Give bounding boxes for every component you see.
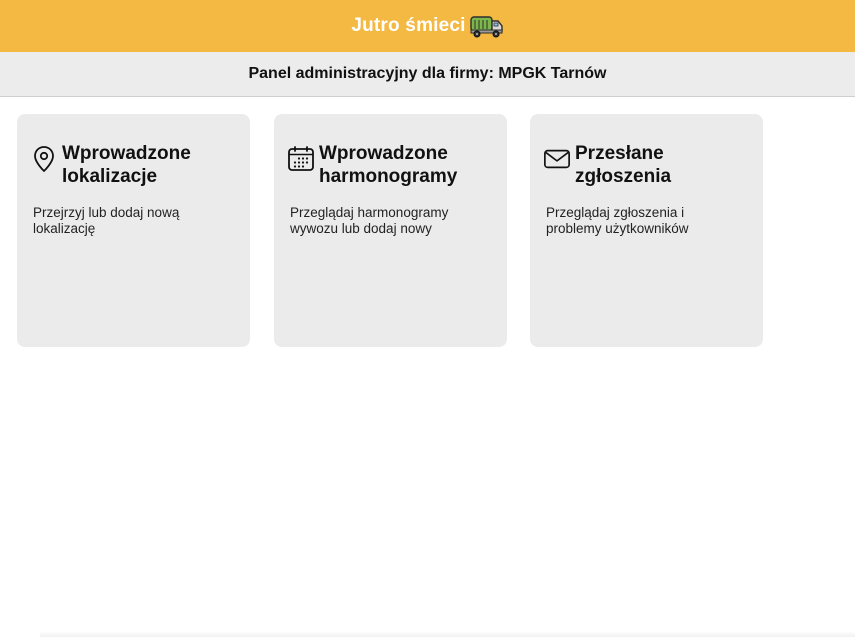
company-panel-title: Panel administracyjny dla firmy: MPGK Ta… bbox=[248, 65, 607, 82]
card-title: Wprowadzone harmonogramy bbox=[319, 142, 457, 188]
bottom-edge-shadow bbox=[40, 631, 855, 637]
app-header: Jutro śmieci bbox=[0, 0, 855, 52]
card-title-line: harmonogramy bbox=[319, 166, 458, 187]
card-title: Przesłane zgłoszenia bbox=[575, 142, 671, 188]
card-title-line: Wprowadzone bbox=[62, 143, 191, 164]
card-description: Przejrzyj lub dodaj nową lokalizację bbox=[33, 205, 180, 236]
card-title-line: Przesłane bbox=[575, 143, 664, 164]
card-reports[interactable]: Przesłane zgłoszenia Przeglądaj zgłoszen… bbox=[530, 114, 763, 347]
card-header: Wprowadzone harmonogramy bbox=[287, 142, 491, 188]
envelope-icon bbox=[543, 144, 571, 174]
card-title-line: Wprowadzone bbox=[319, 143, 448, 164]
company-panel-bar: Panel administracyjny dla firmy: MPGK Ta… bbox=[0, 52, 855, 97]
card-description: Przeglądaj zgłoszenia i problemy użytkow… bbox=[546, 205, 689, 236]
card-title-line: lokalizacje bbox=[62, 166, 158, 187]
card-title-line: zgłoszenia bbox=[575, 166, 672, 187]
card-header: Przesłane zgłoszenia bbox=[543, 142, 747, 188]
card-title: Wprowadzone lokalizacje bbox=[62, 142, 191, 188]
card-schedules[interactable]: Wprowadzone harmonogramy Przeglądaj harm… bbox=[274, 114, 507, 347]
location-pin-icon bbox=[30, 144, 58, 174]
dashboard-cards: Wprowadzone lokalizacje Przejrzyj lub do… bbox=[0, 97, 855, 637]
card-locations[interactable]: Wprowadzone lokalizacje Przejrzyj lub do… bbox=[17, 114, 250, 347]
garbage-truck-icon bbox=[469, 14, 504, 38]
card-header: Wprowadzone lokalizacje bbox=[30, 142, 234, 188]
app-title: Jutro śmieci bbox=[351, 15, 466, 36]
card-description: Przeglądaj harmonogramy wywozu lub dodaj… bbox=[290, 205, 449, 236]
calendar-icon bbox=[287, 144, 315, 174]
